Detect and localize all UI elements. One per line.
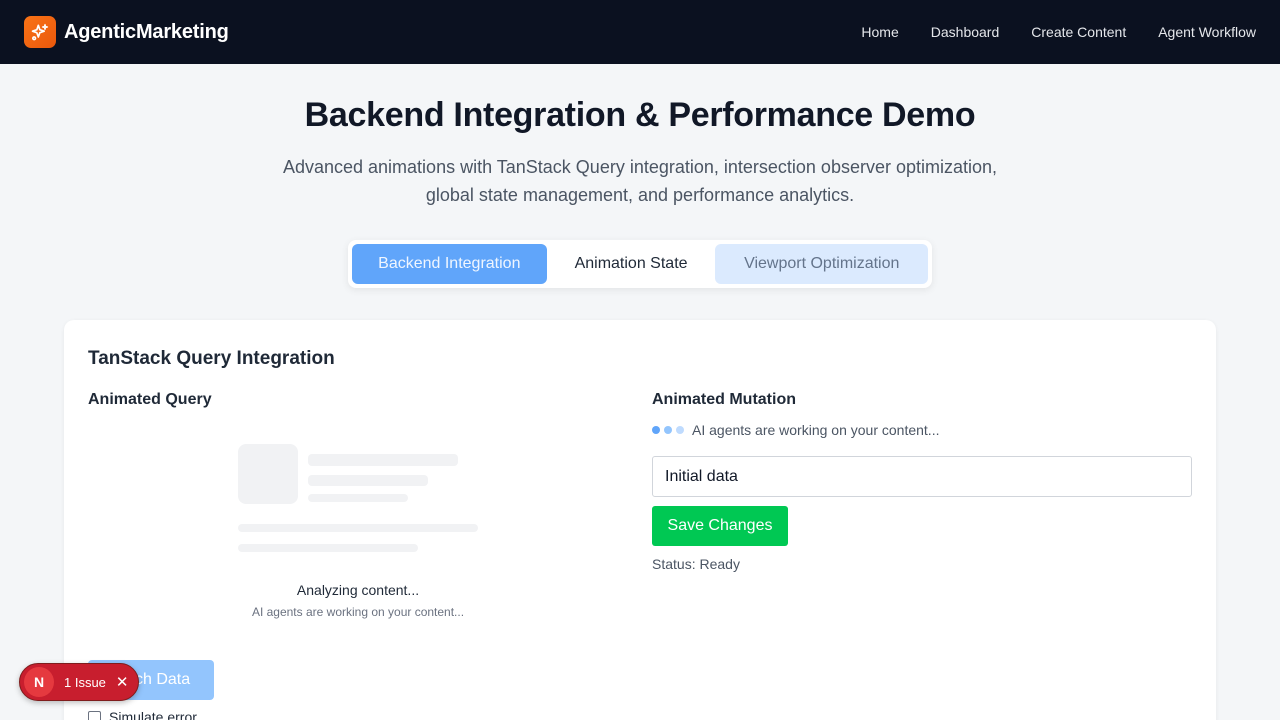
nav-agent-workflow[interactable]: Agent Workflow [1158,24,1256,40]
close-icon[interactable]: ✕ [116,673,129,691]
demo-tabs: Backend Integration Animation State View… [348,240,932,288]
tab-animation-state[interactable]: Animation State [551,244,712,284]
nav-home[interactable]: Home [861,24,898,40]
simulate-error-label: Simulate error [109,709,197,720]
simulate-error-option[interactable]: Simulate error [88,709,197,720]
skeleton-line [308,494,408,502]
issues-count[interactable]: 1 Issue [64,675,106,690]
loading-title: Analyzing content... [296,582,420,598]
issues-badge[interactable]: N 1 Issue ✕ [19,663,139,701]
skeleton-line [308,454,458,466]
simulate-error-checkbox[interactable] [88,710,101,720]
save-changes-button[interactable]: Save Changes [652,506,788,546]
loading-dot [664,426,672,434]
loading-dots-icon [652,426,684,434]
nav-create-content[interactable]: Create Content [1031,24,1126,40]
mutation-working-message: AI agents are working on your content... [692,422,940,438]
loading-subtitle: AI agents are working on your content... [251,605,465,619]
mutation-title: Animated Mutation [652,391,796,408]
skeleton-line [238,524,478,532]
tab-viewport-optimization[interactable]: Viewport Optimization [715,244,928,284]
loading-dot [676,426,684,434]
main-nav: Home Dashboard Create Content Agent Work… [861,0,1256,64]
skeleton-thumb [238,444,298,504]
loading-dot [652,426,660,434]
skeleton-line [308,475,428,486]
tab-backend-integration[interactable]: Backend Integration [352,244,547,284]
top-navbar: AgenticMarketing Home Dashboard Create C… [0,0,1280,64]
brand[interactable]: AgenticMarketing [24,16,229,48]
mutation-status: Status: Ready [652,556,740,572]
next-logo-icon: N [24,667,54,697]
sparkles-icon [24,16,56,48]
page-title: Backend Integration & Performance Demo [304,96,976,134]
nav-dashboard[interactable]: Dashboard [931,24,1000,40]
skeleton-line [238,544,418,552]
page-subtitle: Advanced animations with TanStack Query … [282,157,998,205]
tanstack-card: TanStack Query Integration Animated Quer… [64,320,1216,720]
mutation-data-input[interactable] [652,456,1192,497]
query-title: Animated Query [88,391,212,408]
brand-name: AgenticMarketing [64,20,229,43]
card-title: TanStack Query Integration [88,348,335,369]
